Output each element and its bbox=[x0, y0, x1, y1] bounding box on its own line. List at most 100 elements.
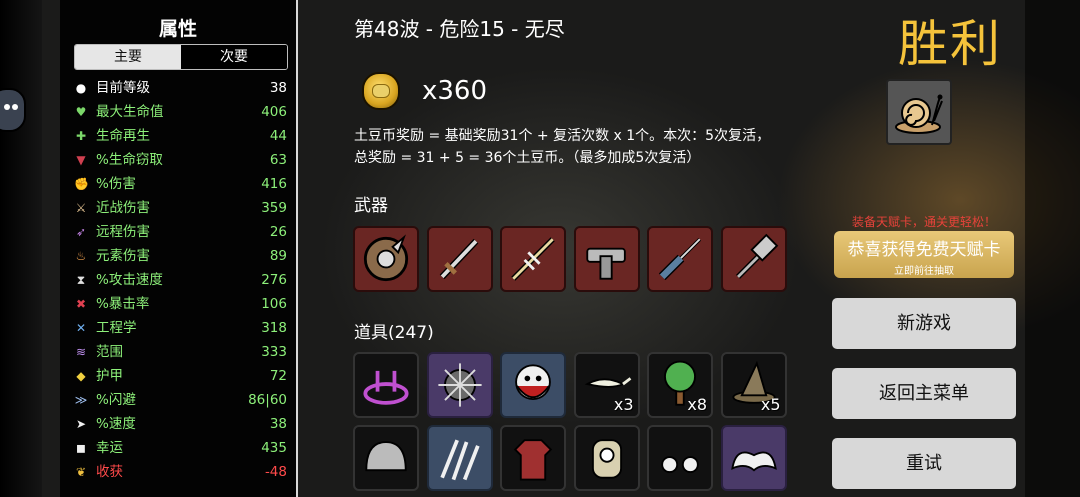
level-icon: ● bbox=[75, 81, 87, 95]
weapon-slot[interactable] bbox=[647, 226, 713, 292]
stat-row[interactable]: ◆ 护甲 72 bbox=[74, 364, 287, 388]
armor-icon: ◆ bbox=[76, 369, 86, 383]
tab-primary[interactable]: 主要 bbox=[75, 45, 181, 69]
stat-label: 护甲 bbox=[96, 368, 123, 384]
victory-title: 胜利 bbox=[898, 15, 1002, 73]
promo-title: 装备天赋卡，通关更轻松！ bbox=[851, 215, 996, 229]
stat-label: 幸运 bbox=[96, 440, 123, 456]
jousting-lance-icon bbox=[511, 237, 555, 281]
items-label: 道具(247) bbox=[354, 323, 434, 343]
lifesteal-icon: ▼ bbox=[76, 153, 86, 167]
magic-circle-icon bbox=[363, 370, 409, 405]
weapon-slot[interactable] bbox=[426, 226, 493, 292]
stat-label: 生命再生 bbox=[96, 128, 150, 144]
left-edge-shadow bbox=[0, 0, 42, 497]
stat-label: %闪避 bbox=[96, 392, 136, 408]
stat-row[interactable]: ✚ 生命再生 44 bbox=[74, 124, 287, 148]
item-slot[interactable]: x5 bbox=[720, 352, 787, 418]
stat-row[interactable]: ➤ %速度 38 bbox=[74, 412, 287, 436]
stat-label: 目前等级 bbox=[96, 80, 150, 96]
item-count: x5 bbox=[760, 395, 781, 414]
weapon-slot[interactable] bbox=[353, 226, 419, 292]
stat-row[interactable]: ✖ %暴击率 106 bbox=[74, 292, 287, 316]
hammer-icon bbox=[735, 233, 778, 279]
engineering-icon: ✕ bbox=[75, 321, 87, 335]
stat-value: 106 bbox=[261, 296, 287, 312]
stat-label: 元素伤害 bbox=[96, 248, 150, 264]
stat-row[interactable]: ✊ %伤害 416 bbox=[74, 172, 287, 196]
dodge-icon: ≫ bbox=[74, 393, 88, 407]
melee-icon: ⚔ bbox=[75, 201, 87, 215]
item-slot[interactable]: x3 bbox=[573, 352, 640, 418]
promo-main-text: 恭喜获得免费天赋卡 bbox=[847, 240, 1001, 260]
stat-label: %生命窃取 bbox=[96, 152, 163, 168]
harvest-icon: ❦ bbox=[75, 465, 87, 479]
stat-row[interactable]: ♨ 元素伤害 89 bbox=[74, 244, 287, 268]
stat-value: 44 bbox=[269, 128, 287, 144]
stat-row[interactable]: ▼ %生命窃取 63 bbox=[74, 148, 287, 172]
stat-value: 416 bbox=[261, 176, 287, 192]
item-slot[interactable]: x8 bbox=[647, 352, 713, 418]
stat-value: 63 bbox=[269, 152, 287, 168]
damage-icon: ✊ bbox=[74, 177, 89, 191]
talent-card-promo[interactable]: 恭喜获得免费天赋卡 立即前往抽取 bbox=[834, 231, 1014, 278]
stats-panel: 属性 主要 次要 ● 目前等级 38 ♥ 最大生命值 406 ✚ 生命再生 44 ▼ %生命窃取 63… bbox=[60, 0, 298, 497]
stat-row[interactable]: ♥ 最大生命值 406 bbox=[74, 100, 287, 124]
item-slot[interactable] bbox=[426, 352, 493, 418]
stat-label: 收获 bbox=[96, 464, 123, 480]
stat-row[interactable]: ◼ 幸运 435 bbox=[74, 436, 287, 460]
item-slot[interactable] bbox=[426, 425, 493, 491]
stat-label: %速度 bbox=[96, 416, 136, 432]
stat-label: 工程学 bbox=[96, 320, 137, 336]
reward-line-1: 土豆币奖励 = 基础奖励31个 + 复活次数 x 1个。本次：5次复活， bbox=[354, 128, 771, 144]
stat-row[interactable]: ⧗ %攻击速度 276 bbox=[74, 268, 287, 292]
screwdriver-icon bbox=[658, 237, 702, 281]
stat-row[interactable]: ● 目前等级 38 bbox=[74, 76, 287, 100]
stat-row[interactable]: ➶ 远程伤害 26 bbox=[74, 220, 287, 244]
stat-value: 38 bbox=[269, 80, 287, 96]
stat-value: 333 bbox=[261, 344, 287, 360]
tab-secondary[interactable]: 次要 bbox=[181, 45, 287, 69]
bearded-face-icon bbox=[515, 364, 551, 401]
item-slot[interactable] bbox=[573, 425, 640, 491]
stat-label: 最大生命值 bbox=[96, 104, 164, 120]
item-slot[interactable] bbox=[647, 425, 713, 491]
stat-row[interactable]: ✕ 工程学 318 bbox=[74, 316, 287, 340]
speed-icon: ➤ bbox=[75, 417, 87, 431]
stat-row[interactable]: ❦ 收获 -48 bbox=[74, 460, 287, 484]
claw-icon bbox=[439, 439, 480, 481]
item-slot[interactable] bbox=[353, 425, 419, 491]
attack-speed-icon: ⧗ bbox=[76, 273, 86, 287]
main-menu-button[interactable]: 返回主菜单 bbox=[832, 368, 1016, 419]
elemental-icon: ♨ bbox=[75, 249, 87, 263]
angel-wings-icon bbox=[730, 451, 777, 472]
item-slot[interactable] bbox=[500, 352, 566, 418]
stat-value: 276 bbox=[261, 272, 287, 288]
item-slot[interactable] bbox=[500, 425, 566, 491]
weapon-slot[interactable] bbox=[720, 226, 787, 292]
stat-label: 范围 bbox=[96, 344, 123, 360]
stat-label: %伤害 bbox=[96, 176, 136, 192]
stats-tabs: 主要 次要 bbox=[74, 44, 288, 70]
stat-value: 26 bbox=[269, 224, 287, 240]
retry-button[interactable]: 重试 bbox=[832, 438, 1016, 489]
stat-value: 435 bbox=[261, 440, 287, 456]
cyclops-icon bbox=[591, 439, 622, 479]
item-slot[interactable] bbox=[353, 352, 419, 418]
stat-row[interactable]: ⚔ 近战伤害 359 bbox=[74, 196, 287, 220]
snail-icon bbox=[895, 94, 943, 134]
weapon-slot[interactable] bbox=[573, 226, 640, 292]
crit-icon: ✖ bbox=[75, 297, 87, 311]
stat-row[interactable]: ≋ 范围 333 bbox=[74, 340, 287, 364]
regen-icon: ✚ bbox=[75, 129, 87, 143]
stat-value: 318 bbox=[261, 320, 287, 336]
helmet-icon bbox=[365, 441, 407, 472]
stat-label: %攻击速度 bbox=[96, 272, 163, 288]
new-game-button[interactable]: 新游戏 bbox=[832, 298, 1016, 349]
coin-count: x360 bbox=[422, 76, 488, 106]
sword-icon bbox=[439, 238, 478, 280]
wave-title: 第48波 - 危险15 - 无尽 bbox=[354, 17, 565, 41]
item-slot[interactable] bbox=[720, 425, 787, 491]
weapon-slot[interactable] bbox=[500, 226, 566, 292]
stat-row[interactable]: ≫ %闪避 86|60 bbox=[74, 388, 287, 412]
